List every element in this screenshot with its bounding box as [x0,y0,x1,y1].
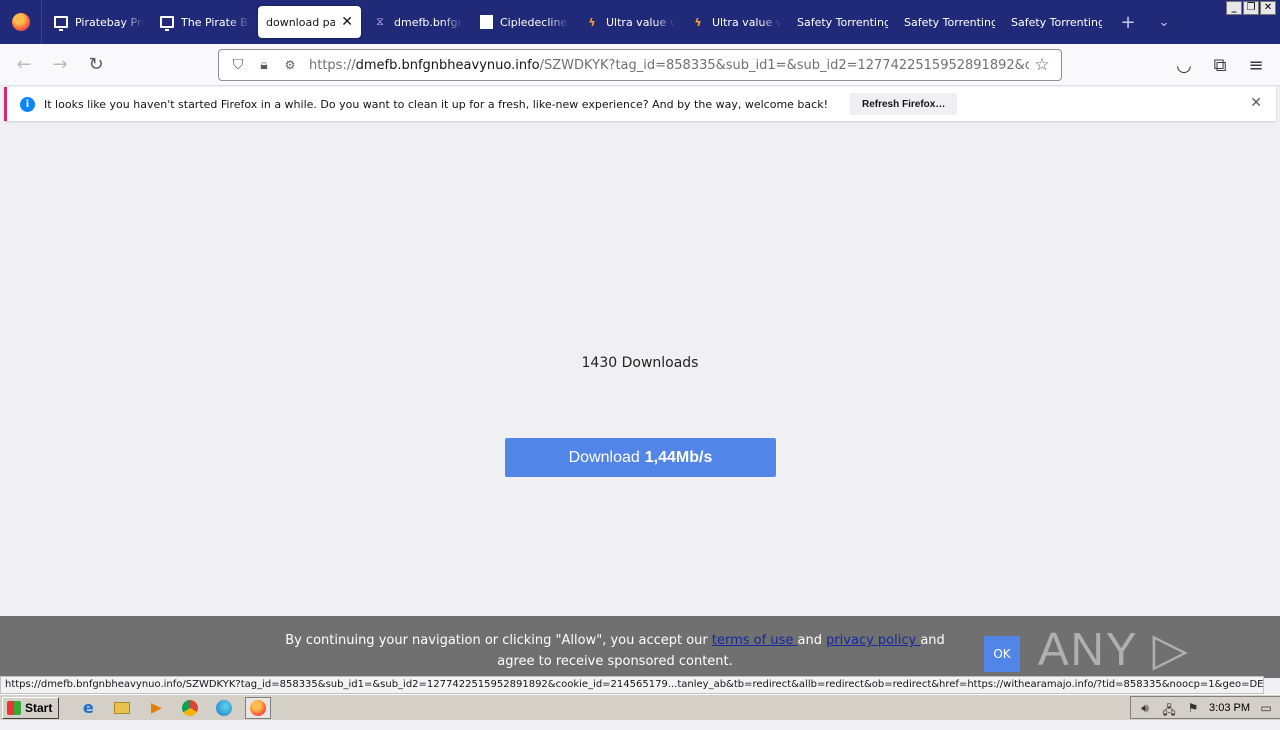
consent-ok-button[interactable]: OK [984,636,1020,672]
forward-icon[interactable]: → [42,49,78,81]
windows-logo-icon [7,700,21,715]
firefox-menu-icon[interactable] [0,0,42,44]
file-explorer-icon[interactable] [109,697,135,719]
system-tray: 🔊︎ 🖧 ⚑ 3:03 PM ▭ [1130,696,1280,719]
download-label: Download [568,448,640,466]
bolt-icon: ϟ [588,15,596,29]
download-count: 1430 Downloads [581,355,699,371]
refresh-firefox-button[interactable]: Refresh Firefox… [849,93,958,115]
chrome-icon[interactable] [177,697,203,719]
tab-safety-torrenting-1[interactable]: Safety Torrenting [789,6,896,38]
hourglass-icon: ⧖ [376,15,384,28]
blank-page-icon [479,15,493,29]
tab-safety-torrenting-2[interactable]: Safety Torrenting [896,6,1003,38]
tab-piratebay-pro[interactable]: Piratebay Pro [46,6,152,38]
action-center-flag-icon[interactable]: ⚑ [1185,701,1201,715]
consent-banner: By continuing your navigation or clickin… [0,616,1280,729]
close-window-icon[interactable]: ✕ [1260,1,1276,15]
permissions-icon[interactable]: ⚙ [277,58,303,72]
url-bar[interactable]: ⛉ 🔒︎ ⚙ https://dmefb.bnfgnbheavynuo.info… [218,49,1062,81]
list-all-tabs-icon[interactable]: ⌄ [1146,0,1182,44]
download-button[interactable]: Download 1,44Mb/s [505,438,776,477]
minimize-icon[interactable]: _ [1226,1,1242,15]
clock[interactable]: 3:03 PM [1209,702,1250,714]
new-tab-icon[interactable]: + [1110,0,1146,44]
close-tab-icon[interactable]: ✕ [341,14,353,30]
download-speed: 1,44Mb/s [644,448,713,466]
monitor-icon [160,15,174,31]
media-player-icon[interactable]: ▶ [143,697,169,719]
monitor-icon [54,15,68,31]
page-content: 1430 Downloads Download 1,44Mb/s [0,124,1280,616]
tab-ultra-value-1[interactable]: ϟ Ultra value v [577,6,683,38]
internet-explorer-icon[interactable]: e [75,697,101,719]
terms-of-use-link[interactable]: terms of use [712,633,798,648]
start-button[interactable]: Start [2,696,60,719]
firefox-taskbar-icon[interactable] [245,696,272,719]
window-controls: _ ❐ ✕ [1226,1,1276,15]
volume-icon[interactable]: 🔊︎ [1137,701,1153,715]
lock-icon[interactable]: 🔒︎ [251,57,277,73]
tab-ultra-value-2[interactable]: ϟ Ultra value v [683,6,789,38]
windows-taskbar: Start e ▶ 🔊︎ 🖧 ⚑ 3:03 PM ▭ [0,694,1280,720]
status-link-preview: https://dmefb.bnfgnbheavynuo.info/SZWDKY… [0,676,1264,694]
tab-strip: Piratebay Pro The Pirate Ba download pag… [0,0,1280,44]
url-text[interactable]: https://dmefb.bnfgnbheavynuo.info/SZWDKY… [309,58,1029,73]
close-notification-icon[interactable]: ✕ [1250,95,1262,111]
back-icon[interactable]: ← [6,49,42,81]
tab-safety-torrenting-3[interactable]: Safety Torrenting [1003,6,1110,38]
notification-message: It looks like you haven't started Firefo… [44,97,828,111]
refresh-firefox-notification: i It looks like you haven't started Fire… [4,87,1276,121]
tracking-protection-shield-icon[interactable]: ⛉ [225,57,251,73]
info-icon: i [20,96,35,112]
network-icon[interactable]: 🖧 [1161,701,1177,717]
pocket-icon[interactable]: ◡ [1166,49,1202,81]
tab-the-pirate-bay[interactable]: The Pirate Ba [152,6,258,38]
extensions-icon[interactable]: ⧉ [1202,49,1238,81]
restore-icon[interactable]: ❐ [1243,1,1259,15]
bookmark-star-icon[interactable]: ☆ [1029,55,1055,75]
edge-icon[interactable] [211,697,237,719]
tab-dmefb[interactable]: ⧖ dmefb.bnfgn [365,6,471,38]
tab-download-page[interactable]: download page ✕ [258,6,361,38]
show-desktop-icon[interactable]: ▭ [1258,701,1274,715]
hamburger-menu-icon[interactable]: ≡ [1238,49,1274,81]
consent-text: By continuing your navigation or clickin… [285,633,945,669]
tab-cipledecline[interactable]: Cipledecline.t [471,6,577,38]
navigation-toolbar: ← → ↻ ⛉ 🔒︎ ⚙ https://dmefb.bnfgnbheavynu… [0,44,1280,86]
reload-icon[interactable]: ↻ [78,49,114,81]
bolt-icon: ϟ [694,15,702,29]
privacy-policy-link[interactable]: privacy policy [826,633,920,648]
